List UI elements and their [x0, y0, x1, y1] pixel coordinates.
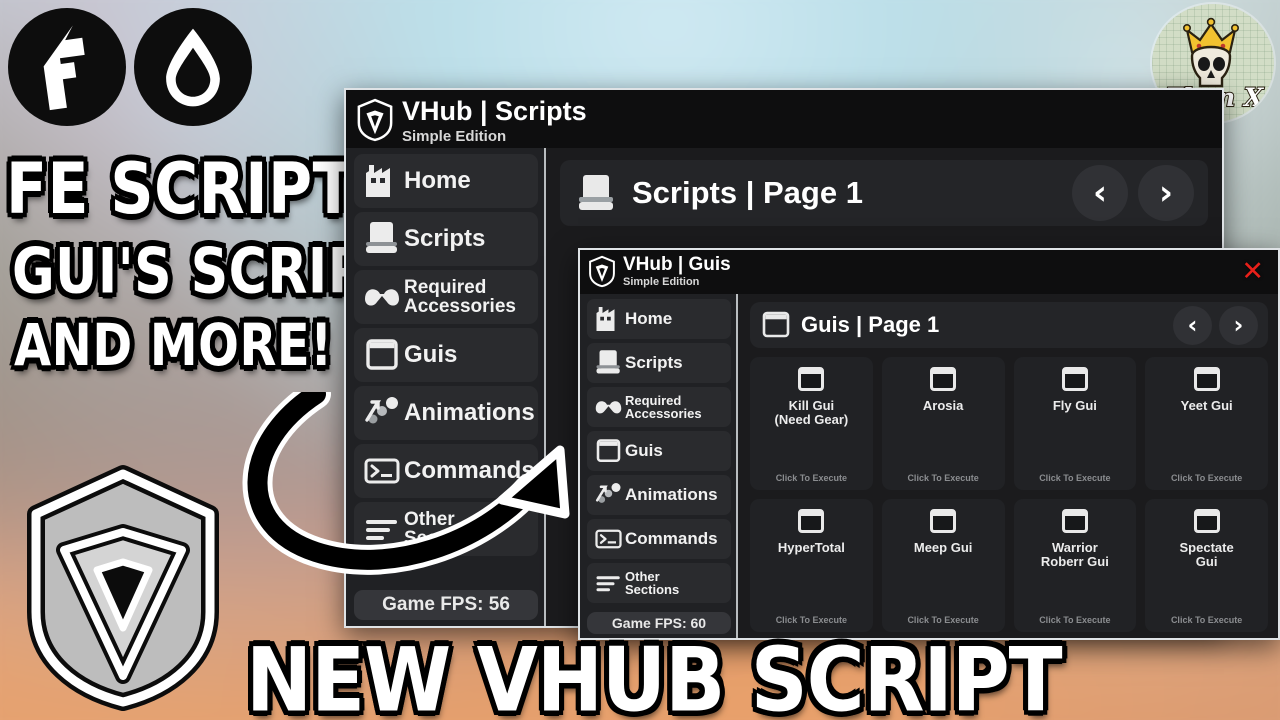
gui-card-label: Arosia: [922, 398, 964, 413]
close-icon[interactable]: ✕: [1241, 258, 1264, 285]
gui-card[interactable]: Yeet Gui Click To Execute: [1145, 357, 1268, 490]
scripts-next-page-button[interactable]: ›: [1138, 165, 1194, 221]
fluxus-f-logo: [8, 8, 126, 126]
window-icon: [930, 367, 957, 391]
gui-card[interactable]: Warrior Roberr Gui Click To Execute: [1013, 499, 1137, 632]
gui-card-label: Yeet Gui: [1180, 398, 1233, 413]
window-icon: [1193, 367, 1220, 391]
glasses-icon: [592, 392, 625, 422]
guis-window-title: VHub | Guis: [623, 254, 731, 275]
guis-prev-page-button[interactable]: ‹: [1173, 305, 1212, 345]
scripts-window-subtitle: Simple Edition: [402, 128, 507, 145]
gui-card-hint: Click To Execute: [775, 615, 848, 625]
guis-page-nav: ‹ ›: [1173, 305, 1258, 345]
gui-card-label: Kill Gui (Need Gear): [774, 398, 849, 428]
gui-card-hint: Click To Execute: [907, 473, 979, 483]
window-icon: [798, 367, 825, 391]
gui-card-label: Meep Gui: [913, 540, 973, 555]
headline-line-1: FE SCRIPTS: [6, 148, 398, 231]
sidebar-item-animations[interactable]: Animations: [587, 475, 731, 515]
glasses-icon: [360, 277, 404, 317]
sidebar-item-guis[interactable]: Guis: [354, 328, 538, 382]
sidebar-item-commands[interactable]: Commands: [587, 519, 731, 559]
window-icon: [762, 310, 790, 340]
sidebar-item-home[interactable]: Home: [587, 299, 731, 339]
gui-card-label: Fly Gui: [1052, 398, 1097, 413]
guis-page-header: Guis | Page 1 ‹ ›: [750, 302, 1268, 348]
sidebar-item-scripts[interactable]: Scripts: [354, 212, 538, 266]
window-icon: [1061, 367, 1088, 391]
gui-card[interactable]: Spectate Gui Click To Execute: [1145, 499, 1268, 632]
gui-card-hint: Click To Execute: [1170, 615, 1243, 625]
sidebar-item-label: Other Sections: [625, 568, 680, 597]
gui-card-hint: Click To Execute: [775, 473, 848, 483]
gui-card[interactable]: Arosia Click To Execute: [881, 357, 1005, 490]
sidebar-item-label: Animations: [625, 485, 718, 505]
gui-card[interactable]: Meep Gui Click To Execute: [881, 499, 1005, 632]
bottom-banner-text: NEW VHUB SCRIPT: [246, 628, 1063, 720]
guis-card-grid: Kill Gui (Need Gear) Click To Execute Aros…: [750, 357, 1268, 632]
headline-line-3: AND MORE!: [14, 312, 333, 380]
gui-card-hint: Click To Execute: [1039, 473, 1111, 483]
sidebar-item-label: Home: [404, 166, 471, 194]
gui-card-hint: Click To Execute: [1170, 473, 1243, 483]
sidebar-item-label: Scripts: [625, 353, 683, 373]
scripts-window-titlebar[interactable]: VHub | Scripts Simple Edition: [346, 90, 1222, 148]
scripts-fps-indicator: Game FPS: 56: [354, 590, 538, 620]
gui-card-label: HyperTotal: [777, 540, 845, 555]
scroll-icon: [360, 219, 404, 259]
curved-arrow-icon: [230, 379, 590, 592]
vhub-shield-icon: [357, 98, 393, 142]
gui-card-label: Spectate Gui: [1179, 540, 1234, 570]
window-icon: [1061, 509, 1088, 533]
sidebar-item-scripts[interactable]: Scripts: [587, 343, 731, 383]
gui-card[interactable]: HyperTotal Click To Execute: [750, 499, 873, 632]
guis-window-subtitle: Simple Edition: [623, 276, 700, 288]
sidebar-item-home[interactable]: Home: [354, 154, 538, 208]
sidebar-item-label: Guis: [404, 340, 458, 368]
scripts-page-header: Scripts | Page 1 ‹ ›: [560, 160, 1208, 226]
sidebar-item-other-sections[interactable]: Other Sections: [587, 563, 731, 603]
window-icon: [1193, 509, 1220, 533]
scripts-window-title: VHub | Scripts: [402, 96, 587, 126]
scripts-page-nav: ‹ ›: [1072, 165, 1194, 221]
gui-card-label: Warrior Roberr Gui: [1040, 540, 1109, 570]
list-icon: [592, 568, 625, 598]
vhub-shield-logo: [18, 462, 228, 712]
guis-content-area: Guis | Page 1 ‹ › Kill Gui (Need Gear) Cl…: [738, 294, 1278, 638]
gui-card[interactable]: Fly Gui Click To Execute: [1013, 357, 1137, 490]
water-droplet-logo: [134, 8, 252, 126]
window-icon: [930, 509, 957, 533]
guis-sidebar: Home Scripts Required Accessories Guis An…: [580, 294, 738, 638]
window-icon: [798, 509, 825, 533]
guis-next-page-button[interactable]: ›: [1219, 305, 1258, 345]
home-icon: [592, 304, 625, 334]
guis-window-titlebar[interactable]: VHub | Guis Simple Edition ✕: [580, 250, 1278, 294]
guis-sidebar-nav: Home Scripts Required Accessories Guis An…: [587, 299, 731, 608]
sidebar-item-label: Required Accessories: [404, 276, 516, 317]
home-icon: [360, 161, 404, 201]
sidebar-item-required-accessories[interactable]: Required Accessories: [587, 387, 731, 427]
scripts-prev-page-button[interactable]: ‹: [1072, 165, 1128, 221]
sidebar-item-label: Commands: [625, 529, 718, 549]
scroll-icon: [576, 171, 618, 215]
window-icon: [360, 335, 404, 375]
sidebar-item-label: Guis: [625, 441, 663, 461]
terminal-icon: [592, 524, 625, 554]
sidebar-item-label: Home: [625, 309, 673, 329]
sidebar-item-guis[interactable]: Guis: [587, 431, 731, 471]
window-icon: [592, 436, 625, 466]
scripts-page-title: Scripts | Page 1: [632, 175, 863, 210]
vhub-shield-icon: [589, 255, 615, 288]
scroll-icon: [592, 348, 625, 378]
gui-card-hint: Click To Execute: [907, 615, 979, 625]
sidebar-item-label: Scripts: [404, 224, 486, 252]
vhub-guis-window[interactable]: VHub | Guis Simple Edition ✕ Home Script…: [578, 248, 1280, 640]
animation-icon: [592, 480, 625, 510]
guis-page-title: Guis | Page 1: [801, 312, 940, 337]
gui-card[interactable]: Kill Gui (Need Gear) Click To Execute: [750, 357, 873, 490]
sidebar-item-required-accessories[interactable]: Required Accessories: [354, 270, 538, 324]
sidebar-item-label: Required Accessories: [625, 392, 702, 421]
gui-card-hint: Click To Execute: [1039, 615, 1111, 625]
